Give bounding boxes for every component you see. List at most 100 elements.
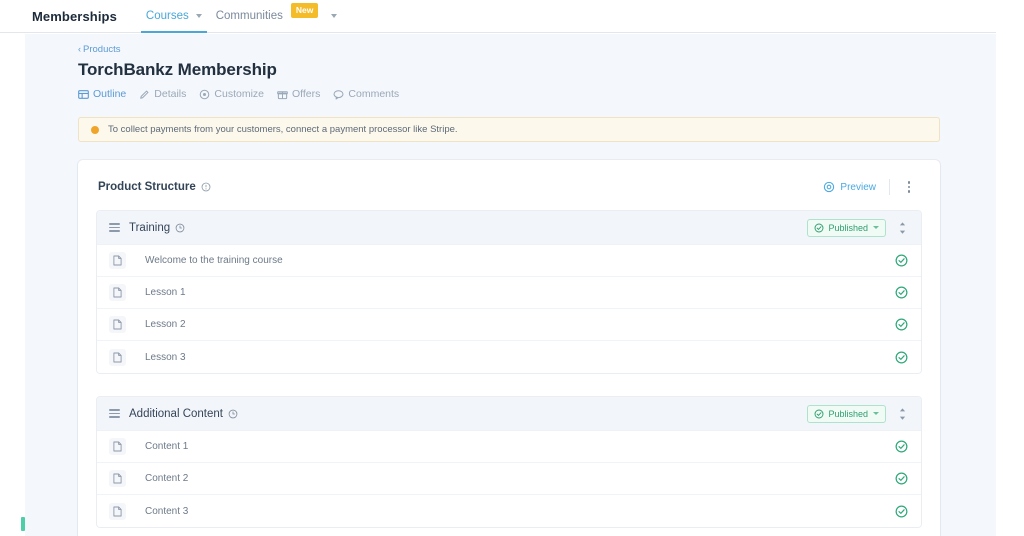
section-training-header-right: Published — [807, 218, 910, 237]
tab-comments-label: Comments — [348, 88, 400, 100]
left-gutter — [0, 0, 25, 536]
breadcrumb-label: Products — [83, 44, 121, 55]
check-circle-icon[interactable] — [895, 254, 908, 267]
app-window: Memberships Courses Communities New ‹ Pr… — [0, 0, 1024, 536]
chevron-down-icon — [873, 412, 879, 415]
document-icon — [109, 284, 126, 301]
preview-button[interactable]: Preview — [823, 181, 889, 193]
nav-item-communities-label: Communities — [215, 10, 283, 22]
nav-item-communities[interactable]: Communities New — [209, 0, 326, 33]
chevron-left-icon: ‹ — [78, 44, 81, 54]
brand-label: Memberships — [32, 8, 117, 24]
chevron-down-icon — [195, 14, 202, 18]
status-badge-training[interactable]: Published — [807, 218, 886, 237]
section-additional-content-header-right: Published — [807, 404, 910, 423]
document-icon — [109, 438, 126, 455]
document-icon — [109, 316, 126, 333]
row-label: Content 1 — [145, 441, 189, 452]
check-circle-icon[interactable] — [895, 472, 908, 485]
eye-icon — [823, 181, 835, 193]
pencil-icon — [139, 89, 150, 100]
payment-processor-alert: To collect payments from your customers,… — [78, 117, 940, 142]
tab-outline[interactable]: Outline — [78, 88, 126, 100]
status-badge-training-label: Published — [828, 222, 868, 233]
gutter-accent-mark — [21, 517, 25, 531]
alert-message: To collect payments from your customers,… — [108, 124, 458, 135]
section-training-title: Training — [129, 222, 185, 234]
card-title: Product Structure — [98, 181, 211, 193]
page-tabs: Outline Details Customize Offers Comment… — [78, 88, 996, 100]
product-structure-card: Product Structure Preview Training Publi… — [78, 160, 940, 536]
gift-icon — [277, 89, 288, 100]
document-icon — [109, 502, 126, 520]
check-circle-icon[interactable] — [895, 440, 908, 453]
drag-handle-icon[interactable] — [109, 223, 120, 232]
tab-outline-label: Outline — [93, 88, 127, 100]
tab-customize[interactable]: Customize — [199, 88, 264, 100]
check-circle-icon — [814, 223, 824, 233]
section-additional-content-title: Additional Content — [129, 408, 238, 420]
section-training-header-left: Training — [109, 222, 185, 234]
section-training: Training Published Welcome to the traini… — [96, 210, 922, 374]
preview-button-label: Preview — [840, 181, 876, 193]
table-row[interactable]: Lesson 2 — [97, 309, 921, 341]
table-row[interactable]: Welcome to the training course — [97, 245, 921, 277]
tab-customize-label: Customize — [214, 88, 264, 100]
table-row[interactable]: Content 3 — [97, 495, 921, 527]
section-training-header: Training Published — [97, 211, 921, 245]
page-title: TorchBankz Membership — [78, 60, 277, 79]
card-header-actions: Preview — [823, 176, 920, 198]
tab-details-label: Details — [154, 88, 187, 100]
document-icon — [109, 470, 126, 487]
table-row[interactable]: Content 2 — [97, 463, 921, 495]
section-additional-content-header-left: Additional Content — [109, 408, 238, 420]
top-navigation-bar: Memberships Courses Communities New — [0, 0, 996, 33]
nav-item-courses[interactable]: Courses — [139, 0, 209, 33]
info-circle-icon[interactable] — [201, 182, 211, 192]
row-label: Content 3 — [145, 505, 189, 517]
new-badge: New — [290, 2, 319, 18]
sort-updown-icon[interactable] — [895, 219, 910, 237]
status-badge-additional-content-label: Published — [828, 408, 868, 419]
section-training-title-label: Training — [129, 221, 171, 234]
row-label: Lesson 2 — [145, 319, 186, 330]
product-structure-header: Product Structure Preview — [96, 174, 922, 210]
comment-icon — [333, 89, 344, 100]
document-icon — [109, 252, 126, 269]
nav-more-dropdown[interactable] — [325, 0, 347, 33]
check-circle-icon[interactable] — [895, 318, 908, 331]
drag-handle-icon[interactable] — [109, 409, 120, 418]
check-circle-icon[interactable] — [895, 505, 908, 518]
row-label: Lesson 1 — [145, 287, 186, 298]
palette-icon — [199, 89, 210, 100]
tab-offers[interactable]: Offers — [277, 88, 320, 100]
tab-comments[interactable]: Comments — [333, 88, 399, 100]
card-title-label: Product Structure — [98, 181, 196, 193]
section-additional-content: Additional Content Published Content 1 C… — [96, 396, 922, 528]
page-body: ‹ Products TorchBankz Membership Outline — [25, 34, 996, 536]
tab-details[interactable]: Details — [139, 88, 186, 100]
table-row[interactable]: Lesson 3 — [97, 341, 921, 373]
sort-updown-icon[interactable] — [895, 405, 910, 423]
section-additional-content-header: Additional Content Published — [97, 397, 921, 431]
clock-circle-icon[interactable] — [175, 223, 185, 233]
table-row[interactable]: Lesson 1 — [97, 277, 921, 309]
row-label: Content 2 — [145, 473, 189, 484]
chevron-down-icon — [331, 14, 338, 18]
section-additional-content-title-label: Additional Content — [129, 407, 223, 420]
check-circle-icon — [814, 409, 824, 419]
check-circle-icon[interactable] — [895, 351, 908, 364]
kebab-menu-icon[interactable] — [898, 176, 920, 198]
check-circle-icon[interactable] — [895, 286, 908, 299]
table-row[interactable]: Content 1 — [97, 431, 921, 463]
clock-circle-icon[interactable] — [228, 409, 238, 419]
header-divider — [889, 179, 890, 195]
row-label: Welcome to the training course — [145, 255, 283, 266]
status-badge-additional-content[interactable]: Published — [807, 404, 886, 423]
tab-offers-label: Offers — [292, 88, 321, 100]
row-label: Lesson 3 — [145, 351, 186, 363]
chevron-down-icon — [873, 226, 879, 229]
document-icon — [109, 348, 126, 366]
nav-item-courses-label: Courses — [145, 10, 189, 22]
breadcrumb[interactable]: ‹ Products — [78, 44, 996, 55]
